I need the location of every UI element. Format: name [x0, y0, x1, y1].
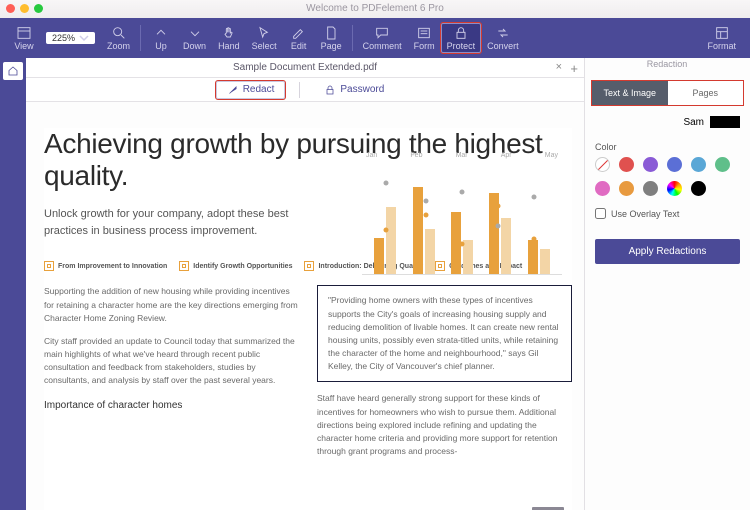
down-button[interactable]: Down — [177, 23, 212, 53]
minimize-window-icon[interactable] — [20, 4, 29, 13]
color-swatch[interactable] — [667, 181, 682, 196]
zoom-window-icon[interactable] — [34, 4, 43, 13]
view-button[interactable]: View — [8, 23, 40, 53]
protect-subtoolbar: Redact Password — [26, 78, 584, 102]
zoom-value[interactable]: 225% — [46, 32, 95, 44]
sample-text: Sam — [683, 117, 704, 128]
protect-button[interactable]: Protect — [441, 23, 482, 53]
redaction-panel: Text & Image Pages Sam Color Use Overlay… — [584, 58, 750, 510]
bar-group — [413, 187, 435, 274]
redaction-block-icon — [710, 116, 740, 128]
divider — [352, 25, 353, 51]
hand-button[interactable]: Hand — [212, 23, 246, 53]
app-title: Welcome to PDFelement 6 Pro — [306, 3, 444, 14]
color-swatch[interactable] — [691, 181, 706, 196]
new-tab-icon[interactable]: + — [570, 61, 578, 76]
color-swatches — [585, 157, 750, 196]
color-swatch[interactable] — [595, 157, 610, 172]
redaction-mode-tabs: Text & Image Pages — [591, 80, 744, 106]
color-swatch[interactable] — [619, 181, 634, 196]
traffic-lights — [6, 4, 43, 13]
color-swatch[interactable] — [619, 157, 634, 172]
password-button[interactable]: Password — [314, 82, 394, 98]
home-button[interactable] — [3, 62, 23, 80]
zoom-label: Zoom — [107, 41, 130, 51]
subheading: Importance of character homes — [44, 398, 299, 414]
format-button[interactable]: Format — [701, 23, 742, 53]
section-tag: From Improvement to Innovation — [44, 261, 167, 271]
view-label: View — [14, 41, 33, 51]
tag-icon — [44, 261, 54, 271]
left-column: Supporting the addition of new housing w… — [44, 285, 299, 468]
divider — [299, 82, 300, 98]
document-tab-bar: Sample Document Extended.pdf × + — [26, 58, 584, 78]
tag-icon — [304, 261, 314, 271]
redaction-preview: Sam — [585, 112, 750, 132]
color-label: Color — [595, 142, 740, 152]
tag-icon — [435, 261, 445, 271]
left-strip — [0, 58, 26, 510]
close-tab-icon[interactable]: × — [556, 61, 562, 73]
form-button[interactable]: Form — [408, 23, 441, 53]
zoom-control[interactable]: 225% — [46, 32, 95, 44]
document-page: Achieving growth by pursuing the highest… — [44, 128, 572, 510]
close-window-icon[interactable] — [6, 4, 15, 13]
color-swatch[interactable] — [643, 157, 658, 172]
document-title: Sample Document Extended.pdf — [233, 62, 377, 73]
bar-group — [451, 212, 473, 274]
comment-button[interactable]: Comment — [357, 23, 408, 53]
overlay-text-input[interactable] — [595, 208, 606, 219]
color-swatch[interactable] — [595, 181, 610, 196]
color-swatch[interactable] — [715, 157, 730, 172]
lead-paragraph: Unlock growth for your company, adopt th… — [44, 206, 294, 239]
apply-redactions-button[interactable]: Apply Redactions — [595, 239, 740, 264]
color-swatch[interactable] — [643, 181, 658, 196]
divider — [140, 25, 141, 51]
zoom-button[interactable]: Zoom — [101, 23, 136, 53]
select-button[interactable]: Select — [246, 23, 283, 53]
bar-group — [528, 240, 550, 274]
mac-titlebar: Welcome to PDFelement 6 Pro — [0, 0, 750, 18]
tag-icon — [179, 261, 189, 271]
document-viewport[interactable]: Achieving growth by pursuing the highest… — [26, 102, 584, 510]
main-toolbar: View 225% Zoom Up Down Hand Select Edit … — [0, 18, 750, 58]
color-swatch[interactable] — [667, 157, 682, 172]
bar-group — [374, 207, 396, 274]
redact-button[interactable]: Redact — [216, 81, 286, 99]
page-button[interactable]: Page — [315, 23, 348, 53]
tab-pages[interactable]: Pages — [668, 81, 744, 105]
overlay-text-checkbox[interactable]: Use Overlay Text — [595, 208, 740, 219]
up-button[interactable]: Up — [145, 23, 177, 53]
edit-button[interactable]: Edit — [283, 23, 315, 53]
bar-chart: JanFebMarAprMay — [362, 152, 562, 292]
tab-text-image[interactable]: Text & Image — [592, 81, 668, 105]
right-column: "Providing home owners with these types … — [317, 285, 572, 468]
bar-group — [489, 193, 511, 274]
section-tag: Identify Growth Opportunities — [179, 261, 292, 271]
pull-quote: "Providing home owners with these types … — [317, 285, 572, 382]
convert-button[interactable]: Convert — [481, 23, 525, 53]
color-swatch[interactable] — [691, 157, 706, 172]
